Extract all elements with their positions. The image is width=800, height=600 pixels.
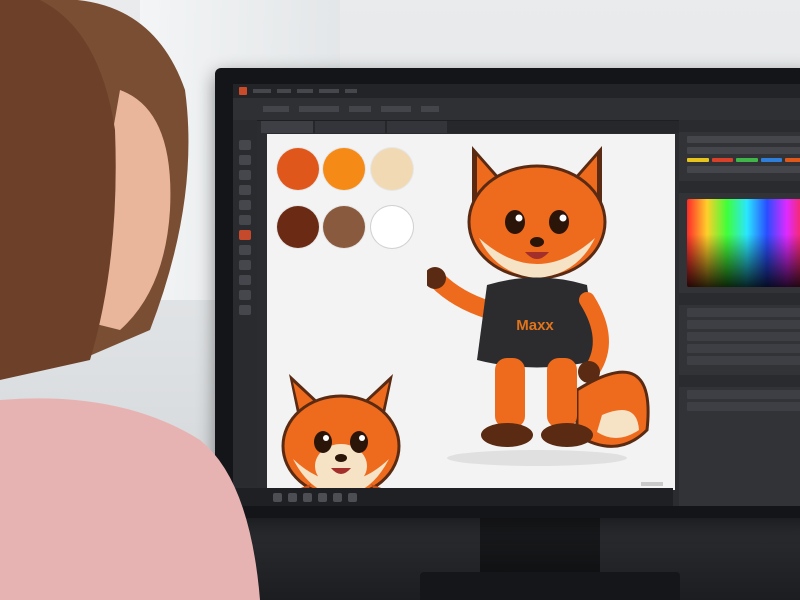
taskbar-icon[interactable] bbox=[273, 492, 282, 502]
layer-row[interactable] bbox=[687, 344, 800, 353]
layer-row[interactable] bbox=[687, 308, 800, 317]
monitor-stand-foot bbox=[420, 572, 680, 600]
swatch-bar[interactable] bbox=[711, 158, 734, 162]
layer-row[interactable] bbox=[687, 356, 800, 365]
taskbar bbox=[233, 488, 673, 506]
color-picker[interactable] bbox=[687, 199, 800, 287]
panel-header bbox=[679, 120, 800, 132]
monitor-stand bbox=[480, 518, 600, 578]
palette-swatch[interactable] bbox=[371, 148, 413, 190]
option-control[interactable] bbox=[421, 106, 439, 112]
palette-swatch[interactable] bbox=[277, 148, 319, 190]
option-control[interactable] bbox=[381, 106, 411, 112]
history-panel-header bbox=[679, 375, 800, 387]
document-tabs bbox=[261, 121, 701, 133]
taskbar-icon[interactable] bbox=[333, 492, 342, 502]
person-foreground bbox=[0, 0, 260, 600]
palette-swatch[interactable] bbox=[323, 206, 365, 248]
swatch-bar[interactable] bbox=[760, 158, 783, 162]
menu-item[interactable] bbox=[345, 89, 357, 93]
swatch-bar[interactable] bbox=[785, 158, 800, 162]
option-control[interactable] bbox=[263, 106, 289, 112]
option-control[interactable] bbox=[349, 106, 371, 112]
taskbar-icon[interactable] bbox=[348, 492, 357, 502]
property-row[interactable] bbox=[687, 147, 800, 154]
options-bar bbox=[233, 98, 800, 121]
canvas-footer-label bbox=[641, 482, 663, 486]
document-tab[interactable] bbox=[387, 121, 447, 133]
screen: Maxx bbox=[233, 84, 800, 506]
layer-row[interactable] bbox=[687, 332, 800, 341]
properties-panel bbox=[679, 120, 800, 506]
color-panel-header bbox=[679, 181, 800, 193]
swatch-bars bbox=[687, 158, 800, 162]
document-tab[interactable] bbox=[261, 121, 313, 133]
swatch-bar[interactable] bbox=[687, 158, 709, 162]
monitor: Maxx bbox=[215, 68, 800, 518]
palette-swatch[interactable] bbox=[371, 206, 413, 248]
taskbar-icon[interactable] bbox=[303, 492, 312, 502]
history-row[interactable] bbox=[687, 402, 800, 411]
menu-item[interactable] bbox=[319, 89, 339, 93]
property-row[interactable] bbox=[687, 136, 800, 143]
menu-bar bbox=[233, 84, 800, 98]
history-row[interactable] bbox=[687, 390, 800, 399]
property-row[interactable] bbox=[687, 166, 800, 173]
menu-item[interactable] bbox=[297, 89, 313, 93]
swatch-bar[interactable] bbox=[736, 158, 758, 162]
artboard-canvas[interactable]: Maxx bbox=[267, 134, 675, 504]
option-control[interactable] bbox=[299, 106, 339, 112]
document-tab[interactable] bbox=[315, 121, 385, 133]
layer-row[interactable] bbox=[687, 320, 800, 329]
palette-swatch[interactable] bbox=[277, 206, 319, 248]
fox-mascot-illustration: Maxx bbox=[427, 146, 650, 466]
taskbar-icon[interactable] bbox=[318, 492, 327, 502]
menu-item[interactable] bbox=[277, 89, 291, 93]
fox-head-illustration bbox=[281, 374, 401, 504]
taskbar-icon[interactable] bbox=[288, 492, 297, 502]
layers-panel-header bbox=[679, 293, 800, 305]
shirt-text: Maxx bbox=[516, 317, 554, 334]
palette-swatch[interactable] bbox=[323, 148, 365, 190]
